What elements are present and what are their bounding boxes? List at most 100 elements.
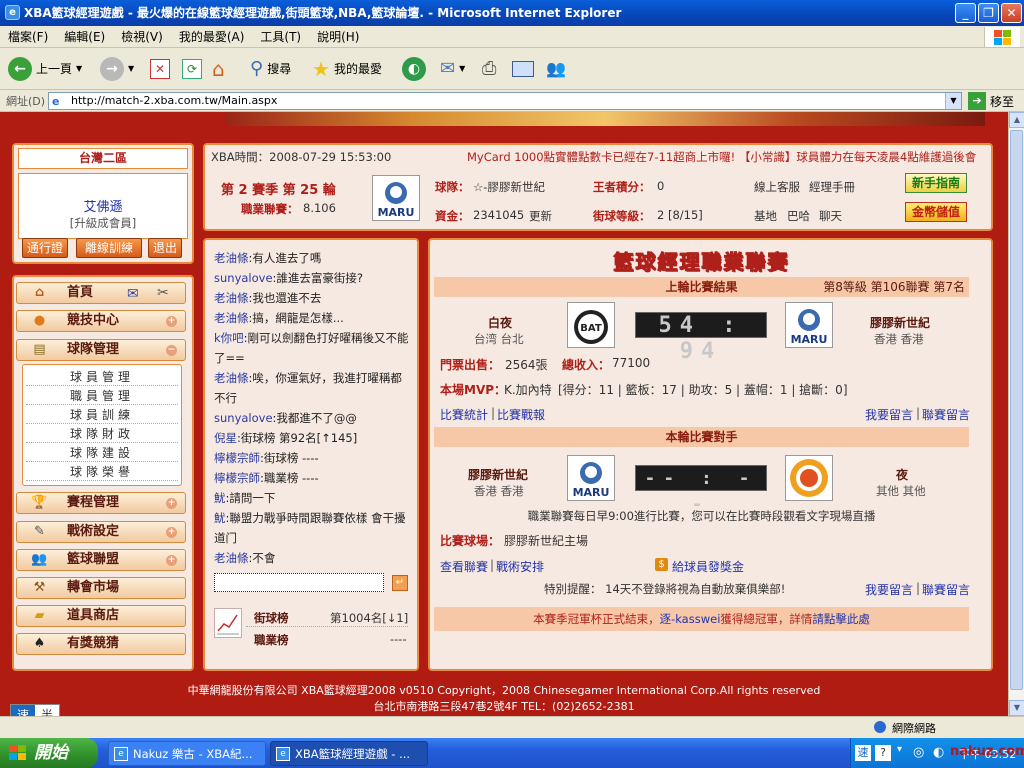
start-button[interactable]: 開始 (0, 738, 98, 768)
chat-user[interactable]: sunyalove (214, 271, 273, 285)
passport-button[interactable]: 通行證 (22, 238, 68, 258)
mail-button[interactable]: ✉ ▼ (440, 56, 465, 82)
chat-user[interactable]: 老油條 (214, 291, 249, 305)
nav-home[interactable]: ⌂ 首頁 ✉ ✂ (16, 282, 186, 304)
home-team-name[interactable]: 白夜 (488, 314, 512, 331)
chat-user[interactable]: 檸檬宗師 (214, 451, 260, 465)
offline-training-button[interactable]: 離線訓練 (76, 238, 142, 258)
leave-message-link-2[interactable]: 我要留言 (865, 581, 913, 598)
media-button[interactable]: ◐ (402, 56, 426, 82)
menu-file[interactable]: 檔案(F) (0, 26, 56, 48)
match-stats-link[interactable]: 比賽統計 (440, 406, 488, 423)
search-button[interactable]: ⚲ 搜尋 (250, 56, 291, 82)
username[interactable]: 艾佛遜 (19, 196, 187, 215)
leave-message-link[interactable]: 我要留言 (865, 406, 913, 423)
menu-favorites[interactable]: 我的最愛(A) (171, 26, 253, 48)
home-button[interactable]: ⌂ (212, 56, 225, 82)
tactics-link[interactable]: 戰術安排 (496, 558, 544, 575)
chat-user[interactable]: 老油條 (214, 251, 249, 265)
scroll-up-icon[interactable]: ▲ (1009, 112, 1024, 128)
mail-icon[interactable]: ✉ (127, 284, 139, 304)
stop-button[interactable]: ✕ (150, 56, 170, 82)
deposit-button[interactable]: 金幣儲值 (905, 202, 967, 222)
maximize-button[interactable]: ❐ (978, 3, 999, 23)
tools-icon[interactable]: ✂ (157, 283, 169, 303)
nav-transfer[interactable]: ⚒ 轉會市場 (16, 577, 186, 599)
submenu-staff[interactable]: 職員管理 (26, 387, 178, 405)
address-dropdown-icon[interactable]: ▼ (945, 93, 961, 109)
tray-arrow-icon[interactable]: ▾ (897, 744, 902, 755)
nav-team[interactable]: ▤ 球隊管理 − (16, 339, 186, 361)
chat-input[interactable] (214, 573, 384, 592)
submenu-facilities[interactable]: 球隊建設 (26, 444, 178, 462)
chat-user[interactable]: 倪星 (214, 431, 237, 445)
next-home-team[interactable]: 膠膠新世紀 (468, 466, 528, 483)
forward-button[interactable]: → ▼ (100, 56, 134, 82)
submenu-honors[interactable]: 球隊榮譽 (26, 463, 178, 481)
nav-league[interactable]: 👥 籃球聯盟 + (16, 549, 186, 571)
logout-button[interactable]: 退出 (148, 238, 182, 258)
refresh-funds-link[interactable]: 更新 (529, 208, 552, 224)
league-message-link[interactable]: 聯賽留言 (922, 406, 970, 423)
scroll-down-icon[interactable]: ▼ (1009, 700, 1024, 716)
vertical-scrollbar[interactable]: ▲ ▼ (1008, 112, 1024, 716)
chat-user[interactable]: sunyalove (214, 411, 273, 425)
base-link[interactable]: 基地 (754, 208, 777, 224)
taskbar-item-nakuz[interactable]: e Nakuz 樂古 - XBA紀... (108, 741, 266, 766)
next-away-team[interactable]: 夜 (896, 466, 908, 483)
nav-arena[interactable]: ● 競技中心 + (16, 310, 186, 332)
mvp-value[interactable]: K.加內特 (504, 381, 552, 398)
refresh-button[interactable]: ⟳ (182, 56, 202, 82)
chat-link[interactable]: 聊天 (819, 208, 842, 224)
chat-user[interactable]: 老油條 (214, 551, 249, 565)
go-button[interactable]: 移至 (990, 93, 1014, 110)
chat-user[interactable]: 魷 (214, 511, 226, 525)
bahamut-link[interactable]: 巴哈 (787, 208, 810, 224)
chat-user[interactable]: 魷 (214, 491, 226, 505)
submenu-training[interactable]: 球員訓練 (26, 406, 178, 424)
match-report-link[interactable]: 比賽戰報 (497, 406, 545, 423)
away-team-name[interactable]: 膠膠新世紀 (870, 314, 930, 331)
print-button[interactable]: ⎙ (482, 56, 496, 82)
newbie-guide-button[interactable]: 新手指南 (905, 173, 967, 193)
menu-view[interactable]: 檢視(V) (113, 26, 171, 48)
chat-user[interactable]: k你吧 (214, 331, 244, 345)
help-tray-icon[interactable]: ? (875, 745, 891, 761)
team-value[interactable]: ☆-膠膠新世紀 (473, 179, 545, 195)
go-arrow-icon[interactable]: ➔ (968, 92, 986, 110)
league-message-link-2[interactable]: 聯賽留言 (922, 581, 970, 598)
player-bonus-link[interactable]: 給球員發獎金 (672, 558, 744, 575)
back-button[interactable]: ← 上一頁 ▼ (8, 56, 82, 82)
manual-link[interactable]: 經理手冊 (809, 179, 855, 195)
nav-tactics[interactable]: ✎ 戰術設定 + (16, 521, 186, 543)
news-ticker[interactable]: MyCard 1000點實體點數卡已經在7-11超商上市囉! 【小常識】球員體力… (467, 149, 989, 165)
network-tray-icon[interactable]: ◎ (913, 745, 924, 760)
ime-tray-icon[interactable]: 速 (855, 745, 871, 761)
taskbar-item-xba[interactable]: e XBA籃球經理遊戲 - ... (270, 741, 428, 766)
submenu-players[interactable]: 球員管理 (26, 368, 178, 386)
messenger-button[interactable]: 👥 (546, 56, 566, 82)
send-icon[interactable]: ↵ (392, 575, 408, 591)
volume-tray-icon[interactable]: ◐ (933, 745, 944, 760)
upgrade-member-link[interactable]: [升級成會員] (19, 215, 187, 231)
scroll-thumb[interactable] (1010, 130, 1023, 690)
nav-betting[interactable]: ♠ 有獎競猜 (16, 633, 186, 655)
menu-tools[interactable]: 工具(T) (252, 26, 309, 48)
submenu-finance[interactable]: 球隊財政 (26, 425, 178, 443)
champion-winner-link[interactable]: 逐-kasswei (660, 612, 721, 626)
minimize-button[interactable]: _ (955, 3, 976, 23)
menu-edit[interactable]: 編輯(E) (56, 26, 113, 48)
close-button[interactable]: ✕ (1001, 3, 1022, 23)
nav-schedule[interactable]: 🏆 賽程管理 + (16, 492, 186, 514)
chat-user[interactable]: 老油條 (214, 311, 249, 325)
chat-user[interactable]: 老油條 (214, 371, 249, 385)
favorites-button[interactable]: ★ 我的最愛 (312, 56, 382, 82)
champion-details-link[interactable]: 請點擊此處 (812, 612, 870, 626)
view-league-link[interactable]: 查看聯賽 (440, 558, 488, 575)
edit-button[interactable] (512, 56, 534, 82)
address-input[interactable]: e http://match-2.xba.com.tw/Main.aspx ▼ (48, 92, 962, 110)
chat-user[interactable]: 檸檬宗師 (214, 471, 260, 485)
customer-service-link[interactable]: 線上客服 (754, 179, 800, 195)
nav-shop[interactable]: ▰ 道具商店 (16, 605, 186, 627)
menu-help[interactable]: 說明(H) (309, 26, 367, 48)
